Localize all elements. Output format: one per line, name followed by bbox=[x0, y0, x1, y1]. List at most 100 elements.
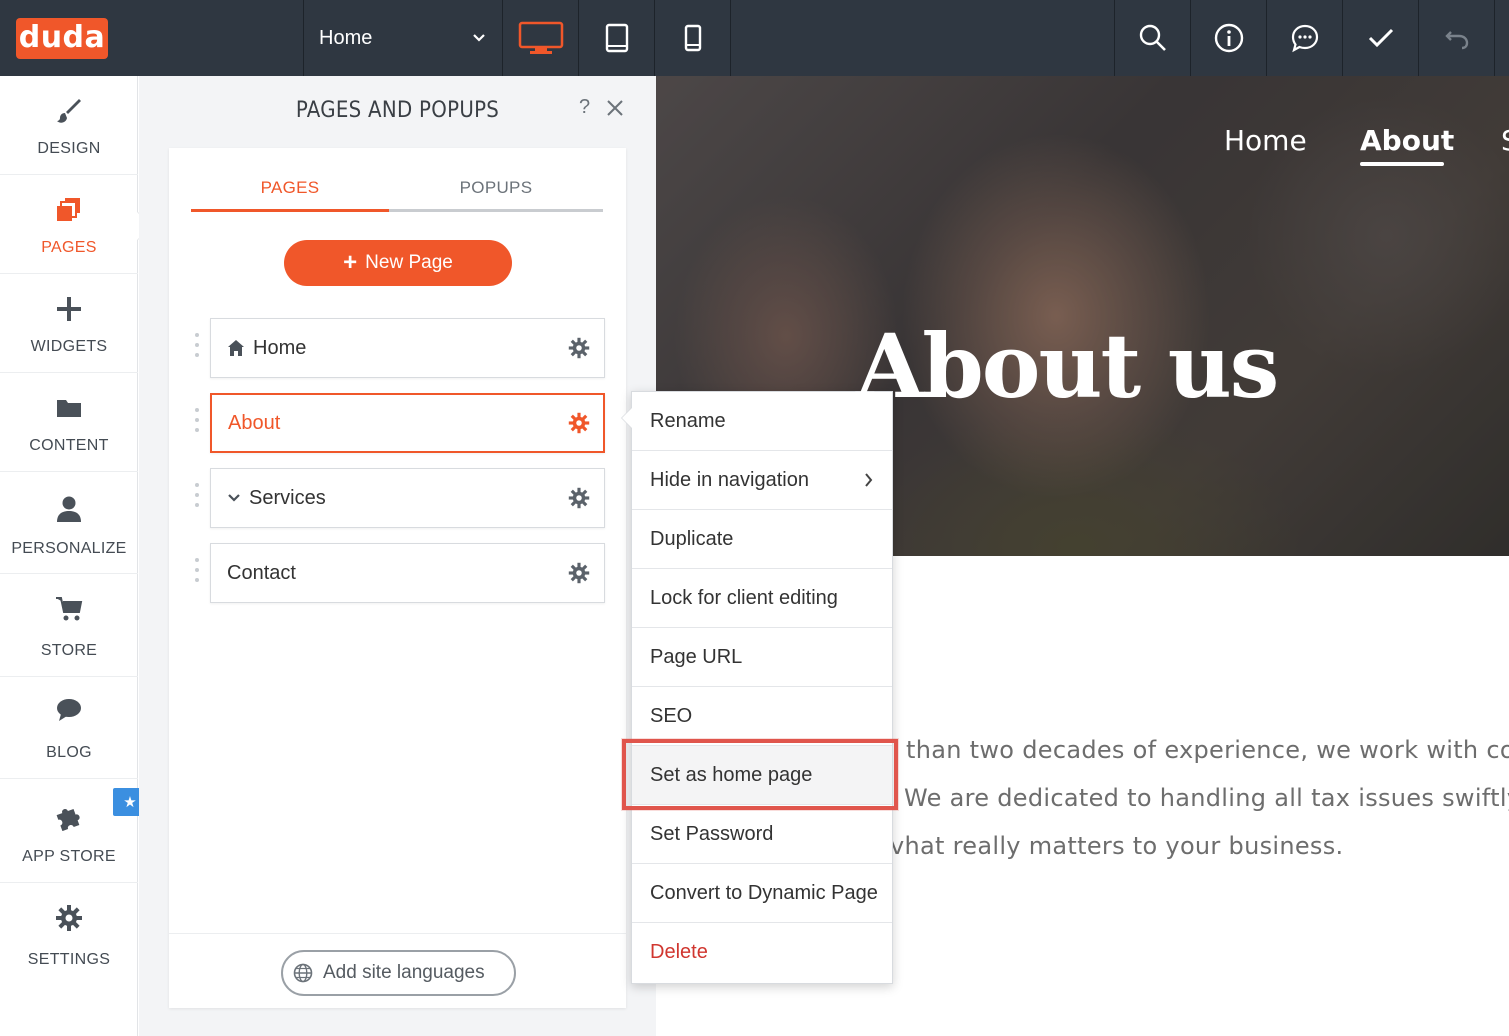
add-site-languages-label: Add site languages bbox=[323, 962, 485, 983]
sidebar-item-label: APP STORE bbox=[22, 848, 116, 865]
site-nav-home[interactable]: Home bbox=[1224, 124, 1307, 157]
page-row-services[interactable]: Services bbox=[210, 468, 605, 528]
info-button[interactable] bbox=[1191, 0, 1266, 76]
pages-panel: PAGES AND POPUPS ? PAGES POPUPS + New Pag… bbox=[139, 76, 656, 1036]
menu-item-hide-in-navigation[interactable]: Hide in navigation bbox=[632, 451, 892, 510]
gear-icon bbox=[56, 905, 82, 931]
page-select-dropdown[interactable]: Home bbox=[305, 0, 502, 76]
drag-handle[interactable] bbox=[193, 408, 201, 438]
new-page-label: New Page bbox=[365, 252, 453, 273]
add-site-languages-button[interactable]: Add site languages bbox=[281, 950, 516, 996]
close-icon[interactable] bbox=[605, 94, 625, 129]
help-icon[interactable]: ? bbox=[579, 96, 590, 119]
sidebar-item-label: WIDGETS bbox=[30, 338, 108, 355]
sidebar-item-label: PERSONALIZE bbox=[11, 540, 127, 557]
page-row-home[interactable]: Home bbox=[210, 318, 605, 378]
home-icon bbox=[228, 340, 244, 356]
sidebar-item-label: SETTINGS bbox=[27, 951, 111, 968]
page-select-value: Home bbox=[319, 27, 373, 49]
sidebar-item-design[interactable]: DESIGN bbox=[0, 76, 138, 175]
sidebar-item-label: BLOG bbox=[46, 744, 92, 761]
menu-item-page-url[interactable]: Page URL bbox=[632, 628, 892, 687]
drag-handle[interactable] bbox=[193, 483, 201, 513]
body-text-line: than two decades of experience, we work … bbox=[906, 736, 1509, 764]
sidebar-item-label: DESIGN bbox=[37, 140, 101, 157]
desktop-view-button[interactable] bbox=[503, 0, 578, 76]
tab-pages[interactable]: PAGES bbox=[191, 178, 389, 212]
menu-item-rename[interactable]: Rename bbox=[632, 392, 892, 451]
folder-icon bbox=[57, 400, 81, 417]
undo-icon bbox=[1444, 31, 1468, 50]
menu-pointer bbox=[622, 408, 632, 428]
active-nav-underline bbox=[1360, 162, 1444, 166]
site-nav-about[interactable]: About bbox=[1360, 124, 1454, 157]
sidebar-item-content[interactable]: CONTENT bbox=[0, 373, 138, 472]
hero-title: About us bbox=[856, 314, 1279, 418]
sidebar-item-label: PAGES bbox=[41, 239, 97, 256]
menu-item-duplicate[interactable]: Duplicate bbox=[632, 510, 892, 569]
divider bbox=[169, 933, 626, 934]
menu-item-lock-for-client-editing[interactable]: Lock for client editing bbox=[632, 569, 892, 628]
sidebar-item-settings[interactable]: SETTINGS bbox=[0, 883, 138, 987]
checkmark-icon bbox=[1368, 28, 1393, 48]
comments-button[interactable] bbox=[1267, 0, 1342, 76]
toolbar-divider bbox=[1494, 0, 1495, 76]
person-icon bbox=[57, 496, 81, 522]
menu-item-convert-to-dynamic-page[interactable]: Convert to Dynamic Page bbox=[632, 864, 892, 923]
plus-icon bbox=[57, 297, 81, 321]
tablet-icon bbox=[605, 23, 628, 53]
comment-icon bbox=[1291, 24, 1318, 53]
desktop-icon bbox=[518, 21, 563, 54]
gear-icon[interactable] bbox=[568, 412, 590, 434]
puzzle-icon bbox=[56, 808, 80, 831]
drag-handle[interactable] bbox=[193, 558, 201, 588]
menu-item-delete[interactable]: Delete bbox=[632, 923, 892, 982]
site-nav-partial[interactable]: S bbox=[1501, 124, 1509, 157]
highlight-box bbox=[622, 739, 898, 810]
page-row-label: About bbox=[228, 412, 281, 434]
publish-button[interactable] bbox=[1343, 0, 1418, 76]
brush-icon bbox=[57, 99, 81, 123]
page-row-label: Services bbox=[249, 487, 326, 509]
speech-bubble-icon bbox=[57, 699, 81, 721]
search-icon bbox=[1139, 24, 1166, 51]
panel-title: PAGES AND POPUPS bbox=[295, 98, 500, 123]
drag-handle[interactable] bbox=[193, 333, 201, 363]
new-page-button[interactable]: + New Page bbox=[284, 240, 512, 286]
tablet-view-button[interactable] bbox=[579, 0, 654, 76]
gear-icon[interactable] bbox=[568, 337, 590, 359]
mobile-icon bbox=[684, 24, 701, 52]
page-row-label: Contact bbox=[227, 562, 296, 584]
plus-icon: + bbox=[343, 249, 358, 276]
body-text-line: vhat really matters to your business. bbox=[890, 832, 1344, 860]
toolbar-divider bbox=[730, 0, 731, 76]
page-row-contact[interactable]: Contact bbox=[210, 543, 605, 603]
gear-icon[interactable] bbox=[568, 562, 590, 584]
left-sidebar: DESIGN PAGES WIDGETS CONTENT PERSONALIZE… bbox=[0, 76, 138, 1036]
sidebar-item-label: STORE bbox=[40, 642, 98, 659]
tab-popups[interactable]: POPUPS bbox=[389, 178, 603, 212]
duda-logo[interactable]: duda bbox=[16, 18, 108, 59]
page-row-about[interactable]: About bbox=[210, 393, 605, 453]
info-icon bbox=[1214, 23, 1243, 53]
menu-item-set-password[interactable]: Set Password bbox=[632, 805, 892, 864]
undo-button[interactable] bbox=[1419, 0, 1494, 76]
cart-icon bbox=[56, 597, 83, 621]
body-text-line: We are dedicated to handling all tax iss… bbox=[904, 784, 1509, 812]
menu-item-seo[interactable]: SEO bbox=[632, 687, 892, 746]
pages-icon bbox=[57, 198, 80, 221]
sidebar-item-blog[interactable]: BLOG bbox=[0, 677, 138, 779]
sidebar-item-label: CONTENT bbox=[29, 437, 109, 454]
top-toolbar: duda Home bbox=[0, 0, 1509, 76]
search-button[interactable] bbox=[1115, 0, 1190, 76]
pages-card: PAGES POPUPS + New Page Home About Servic… bbox=[169, 148, 626, 1008]
sidebar-item-personalize[interactable]: PERSONALIZE bbox=[0, 472, 138, 574]
sidebar-item-widgets[interactable]: WIDGETS bbox=[0, 274, 138, 373]
sidebar-item-pages[interactable]: PAGES bbox=[0, 175, 138, 274]
toolbar-divider bbox=[303, 0, 304, 76]
gear-icon[interactable] bbox=[568, 487, 590, 509]
mobile-view-button[interactable] bbox=[655, 0, 730, 76]
sidebar-item-store[interactable]: STORE bbox=[0, 574, 138, 677]
menu-item-label: Hide in navigation bbox=[650, 469, 809, 491]
globe-icon bbox=[293, 963, 313, 983]
